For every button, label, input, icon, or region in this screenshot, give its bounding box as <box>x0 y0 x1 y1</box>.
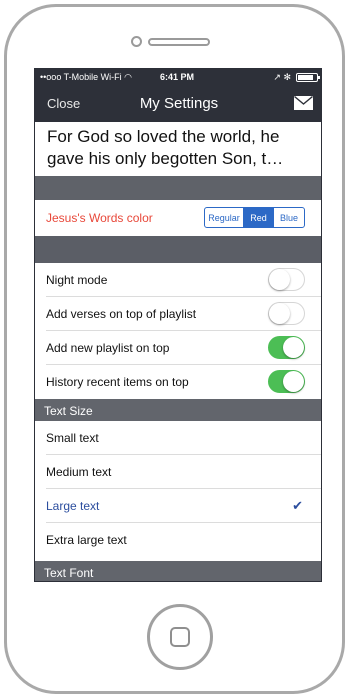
toggle-row-history-on-top: History recent items on top <box>35 365 321 399</box>
verse-line-1: For God so loved the world, he <box>47 127 280 146</box>
words-color-label: Jesus's Words color <box>46 211 153 225</box>
earpiece-speaker <box>148 38 210 46</box>
option-label: Large text <box>46 499 100 513</box>
text-size-option-medium[interactable]: Medium text <box>35 455 321 489</box>
section-header-label: Text Size <box>44 404 93 418</box>
night-mode-switch[interactable] <box>268 268 305 291</box>
home-button-icon <box>170 627 190 647</box>
status-indicators: ↗ ✻ <box>273 72 320 83</box>
verse-preview: For God so loved the world, he gave his … <box>35 122 321 176</box>
app-screen: ••ooo T-Mobile Wi-Fi ◠ 6:41 PM ↗ ✻ Close… <box>34 68 322 582</box>
navigation-bar: Close My Settings <box>35 86 321 122</box>
envelope-icon[interactable] <box>294 96 313 110</box>
option-label: Medium text <box>46 465 112 479</box>
front-camera <box>131 36 142 47</box>
status-bar: ••ooo T-Mobile Wi-Fi ◠ 6:41 PM ↗ ✻ <box>35 69 321 86</box>
toggle-row-playlist-on-top: Add new playlist on top <box>35 331 321 365</box>
toggle-label: History recent items on top <box>46 375 189 389</box>
history-on-top-switch[interactable] <box>268 370 305 393</box>
battery-icon <box>296 73 320 82</box>
verses-on-top-switch[interactable] <box>268 302 305 325</box>
location-bluetooth-icons: ↗ ✻ <box>273 72 291 82</box>
text-size-option-extra-large[interactable]: Extra large text <box>35 523 321 557</box>
section-header-label: Text Font <box>44 566 94 580</box>
clock: 6:41 PM <box>160 72 195 82</box>
section-spacer <box>35 236 321 263</box>
text-size-header: Text Size <box>35 399 321 421</box>
segment-blue[interactable]: Blue <box>274 208 304 227</box>
text-font-header: Text Font <box>35 561 321 581</box>
text-size-option-small[interactable]: Small text <box>35 421 321 455</box>
section-spacer <box>35 176 321 200</box>
toggle-row-night-mode: Night mode <box>35 263 321 297</box>
toggle-label: Add verses on top of playlist <box>46 307 197 321</box>
playlist-on-top-switch[interactable] <box>268 336 305 359</box>
verse-line-2: gave his only begotten Son, t… <box>47 149 284 168</box>
words-color-segmented-control: Regular Red Blue <box>204 207 305 228</box>
toggle-label: Night mode <box>46 273 108 287</box>
segment-regular[interactable]: Regular <box>205 208 244 227</box>
option-label: Extra large text <box>46 533 127 547</box>
toggle-row-verses-on-top: Add verses on top of playlist <box>35 297 321 331</box>
carrier-label: ••ooo T-Mobile Wi-Fi ◠ <box>40 72 133 82</box>
option-label: Small text <box>46 431 99 445</box>
page-title: My Settings <box>139 95 219 112</box>
toggle-label: Add new playlist on top <box>46 341 170 355</box>
words-color-row: Jesus's Words color Regular Red Blue <box>35 200 321 236</box>
text-size-option-large[interactable]: Large text ✔ <box>35 489 321 523</box>
checkmark-icon: ✔ <box>292 498 303 513</box>
home-button[interactable] <box>147 604 213 670</box>
segment-red[interactable]: Red <box>244 208 274 227</box>
